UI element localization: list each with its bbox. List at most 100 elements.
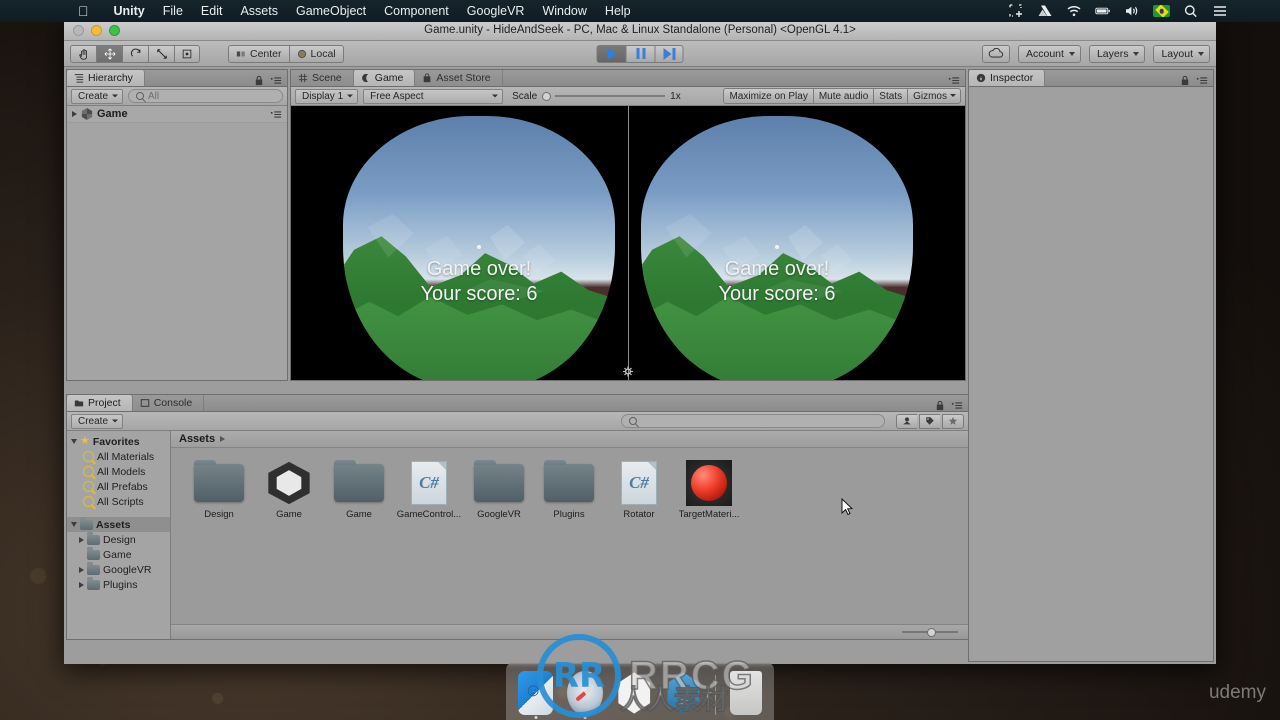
expand-arrow-icon[interactable] <box>72 111 77 117</box>
asset-item-game-folder[interactable]: Game <box>325 459 393 520</box>
tree-all-scripts[interactable]: All Scripts <box>67 494 170 509</box>
scale-slider-knob[interactable] <box>542 91 552 101</box>
aspect-dropdown[interactable]: Free Aspect <box>363 88 504 104</box>
tab-asset-store[interactable]: Asset Store <box>415 70 503 86</box>
tab-project[interactable]: Project <box>67 395 133 411</box>
google-drive-icon[interactable] <box>1037 4 1053 18</box>
tree-all-materials[interactable]: All Materials <box>67 449 170 464</box>
lock-icon[interactable] <box>253 75 265 86</box>
favorites-filter-button[interactable] <box>942 413 964 429</box>
breadcrumb-assets[interactable]: Assets <box>179 433 215 445</box>
game-view-render[interactable]: Game over! Your score: 6 Game over! Your… <box>291 106 965 380</box>
expand-arrow-icon[interactable] <box>79 536 84 543</box>
tree-assets-plugins[interactable]: Plugins <box>67 577 170 592</box>
tab-scene[interactable]: Scene <box>291 70 354 86</box>
collapse-arrow-icon[interactable] <box>71 439 77 444</box>
rect-tool-button[interactable] <box>174 44 200 63</box>
layout-dropdown[interactable]: Layout <box>1153 44 1210 63</box>
scale-slider-track[interactable] <box>555 95 666 97</box>
tree-assets-root[interactable]: Assets <box>67 517 170 532</box>
asset-item-game-scene[interactable]: Game <box>255 461 323 520</box>
menu-file[interactable]: File <box>154 4 192 18</box>
project-search-input[interactable] <box>621 414 885 428</box>
play-button[interactable] <box>596 44 626 63</box>
step-button[interactable] <box>654 44 684 63</box>
project-tree[interactable]: ★ Favorites All Materials All Models All… <box>67 431 171 639</box>
gizmos-button[interactable]: Gizmos <box>907 88 961 104</box>
asset-item-targetmaterial[interactable]: TargetMateri... <box>675 460 743 520</box>
panel-menu-icon[interactable] <box>948 75 960 86</box>
layers-dropdown[interactable]: Layers <box>1088 44 1146 63</box>
unity-cloud-button[interactable] <box>982 44 1010 63</box>
filter-by-label-button[interactable] <box>919 413 940 429</box>
asset-item-gamecontroller[interactable]: C# GameControl... <box>395 461 463 520</box>
scale-slider[interactable] <box>542 91 666 101</box>
volume-icon[interactable] <box>1124 4 1140 18</box>
notification-list-icon[interactable] <box>1212 4 1228 18</box>
tab-inspector[interactable]: Inspector <box>969 70 1046 86</box>
menu-edit[interactable]: Edit <box>192 4 232 18</box>
tab-console[interactable]: Console <box>132 395 205 411</box>
menu-gameobject[interactable]: GameObject <box>287 4 375 18</box>
menu-googlevr[interactable]: GoogleVR <box>458 4 534 18</box>
panel-menu-icon[interactable] <box>270 75 282 86</box>
battery-icon[interactable] <box>1095 4 1111 18</box>
move-tool-button[interactable] <box>96 44 122 63</box>
asset-item-design[interactable]: Design <box>185 459 253 520</box>
menu-component[interactable]: Component <box>375 4 458 18</box>
project-create-dropdown[interactable]: Create <box>71 413 124 429</box>
hierarchy-scene-row[interactable]: Game <box>67 106 287 123</box>
tab-game[interactable]: Game <box>353 70 416 86</box>
filter-by-type-button[interactable] <box>896 413 917 429</box>
menu-unity[interactable]: Unity <box>105 4 154 18</box>
hierarchy-search-input[interactable]: All <box>128 89 283 103</box>
asset-item-googlevr[interactable]: GoogleVR <box>465 459 533 520</box>
hierarchy-create-dropdown[interactable]: Create <box>71 88 124 104</box>
tree-all-prefabs[interactable]: All Prefabs <box>67 479 170 494</box>
tree-assets-design[interactable]: Design <box>67 532 170 547</box>
panel-menu-icon[interactable] <box>1196 75 1208 86</box>
gear-icon[interactable] <box>623 366 634 377</box>
lock-icon[interactable] <box>934 400 946 411</box>
inspector-info-icon <box>976 73 986 82</box>
scale-tool-button[interactable] <box>148 44 174 63</box>
pivot-tools-group: Center Local <box>228 44 344 63</box>
maximize-on-play-button[interactable]: Maximize on Play <box>723 88 813 104</box>
asset-grid[interactable]: Design Game Game C# GameControl... Googl… <box>171 448 968 624</box>
hierarchy-tree[interactable]: Game <box>67 106 287 380</box>
chevron-down-icon[interactable] <box>950 94 956 97</box>
screenshot-crop-icon[interactable] <box>1008 4 1024 18</box>
mute-audio-button[interactable]: Mute audio <box>812 88 874 104</box>
asset-item-rotator[interactable]: C# Rotator <box>605 461 673 520</box>
rotate-tool-button[interactable] <box>122 44 148 63</box>
menu-assets[interactable]: Assets <box>231 4 287 18</box>
stats-button[interactable]: Stats <box>873 88 908 104</box>
pivot-mode-button[interactable]: Center <box>228 44 289 63</box>
hand-tool-button[interactable] <box>70 44 96 63</box>
scene-menu-icon[interactable] <box>270 109 282 120</box>
asset-zoom-slider[interactable] <box>902 627 958 637</box>
asset-item-plugins[interactable]: Plugins <box>535 459 603 520</box>
tree-favorites-root[interactable]: ★ Favorites <box>67 434 170 449</box>
menu-help[interactable]: Help <box>596 4 640 18</box>
pivot-rotation-button[interactable]: Local <box>288 44 344 63</box>
collapse-arrow-icon[interactable] <box>71 522 77 527</box>
display-dropdown[interactable]: Display 1 <box>295 88 359 104</box>
expand-arrow-icon[interactable] <box>79 566 84 573</box>
breadcrumb[interactable]: Assets <box>171 431 968 448</box>
tree-assets-game[interactable]: Game <box>67 547 170 562</box>
tree-all-models[interactable]: All Models <box>67 464 170 479</box>
expand-arrow-icon[interactable] <box>79 581 84 588</box>
wifi-icon[interactable] <box>1066 4 1082 18</box>
asset-zoom-knob[interactable] <box>926 627 936 637</box>
account-dropdown[interactable]: Account <box>1018 44 1081 63</box>
pause-button[interactable] <box>625 44 655 63</box>
lock-icon[interactable] <box>1179 75 1191 86</box>
menu-window[interactable]: Window <box>533 4 595 18</box>
brazil-flag-icon[interactable] <box>1153 5 1170 17</box>
tree-assets-googlevr[interactable]: GoogleVR <box>67 562 170 577</box>
apple-logo-icon[interactable]:  <box>78 4 89 18</box>
tab-hierarchy[interactable]: Hierarchy <box>67 70 145 86</box>
panel-menu-icon[interactable] <box>951 400 963 411</box>
spotlight-search-icon[interactable] <box>1183 4 1199 18</box>
